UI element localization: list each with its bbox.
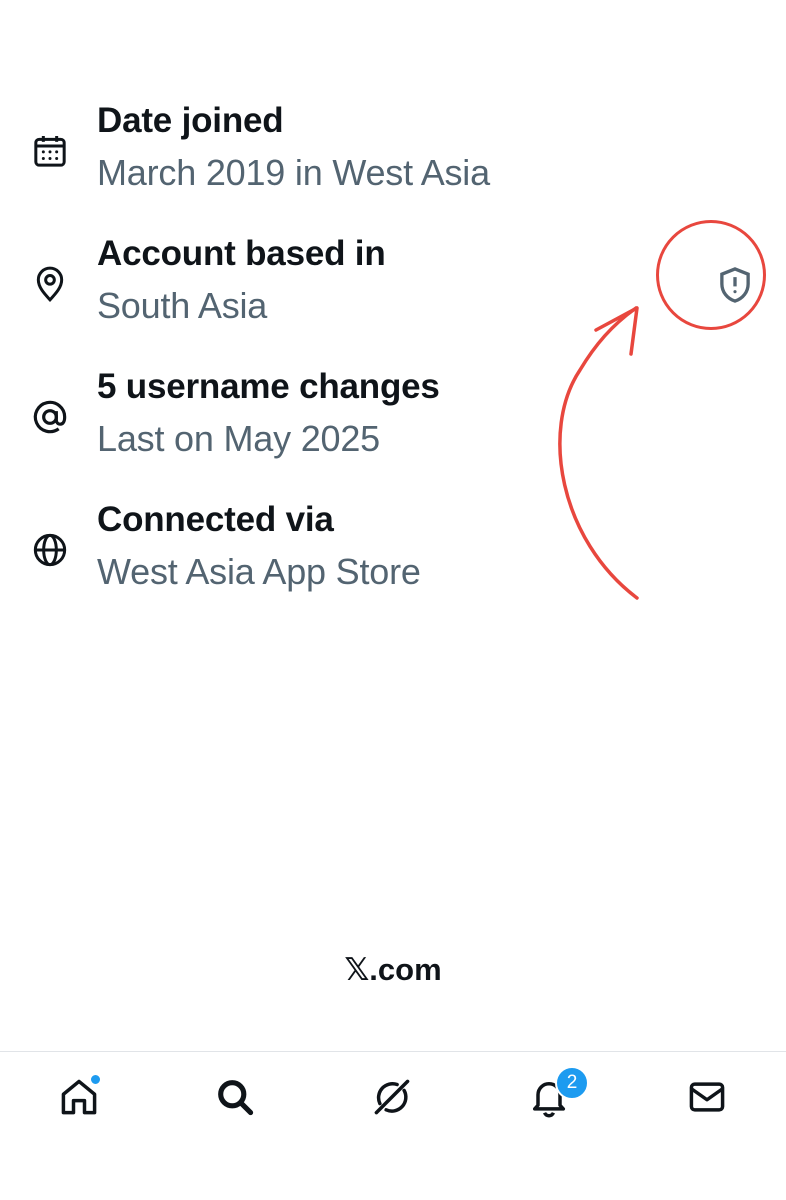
connected-via-value: West Asia App Store bbox=[97, 551, 421, 592]
globe-icon bbox=[30, 530, 70, 570]
home-unread-dot bbox=[90, 1074, 101, 1085]
location-pin-icon bbox=[30, 264, 70, 304]
info-row-connected-via: Connected via West Asia App Store bbox=[0, 494, 786, 627]
notification-count-badge: 2 bbox=[555, 1066, 589, 1100]
at-sign-icon bbox=[30, 397, 70, 437]
annotation-circle bbox=[656, 220, 766, 330]
bottom-tab-bar: 2 bbox=[0, 1051, 786, 1200]
tab-messages[interactable] bbox=[682, 1072, 732, 1122]
tab-search[interactable] bbox=[210, 1072, 260, 1122]
date-joined-title: Date joined bbox=[97, 101, 284, 140]
account-based-value: South Asia bbox=[97, 285, 268, 326]
info-row-date-joined: Date joined March 2019 in West Asia bbox=[0, 95, 786, 228]
username-changes-title: 5 username changes bbox=[97, 367, 440, 406]
connected-via-title: Connected via bbox=[97, 500, 334, 539]
account-based-title: Account based in bbox=[97, 234, 386, 273]
date-joined-value: March 2019 in West Asia bbox=[97, 152, 490, 193]
search-icon bbox=[210, 1075, 260, 1119]
footer-domain-label: 𝕏.com bbox=[344, 952, 442, 987]
username-changes-value: Last on May 2025 bbox=[97, 418, 380, 459]
grok-icon bbox=[367, 1075, 417, 1119]
tab-grok[interactable] bbox=[367, 1072, 417, 1122]
account-info-list: Date joined March 2019 in West Asia Acco… bbox=[0, 95, 786, 627]
calendar-icon bbox=[30, 131, 70, 171]
tab-home[interactable] bbox=[54, 1072, 104, 1122]
tab-notifications[interactable]: 2 bbox=[524, 1066, 589, 1122]
mail-icon bbox=[682, 1075, 732, 1119]
info-row-username-changes: 5 username changes Last on May 2025 bbox=[0, 361, 786, 494]
